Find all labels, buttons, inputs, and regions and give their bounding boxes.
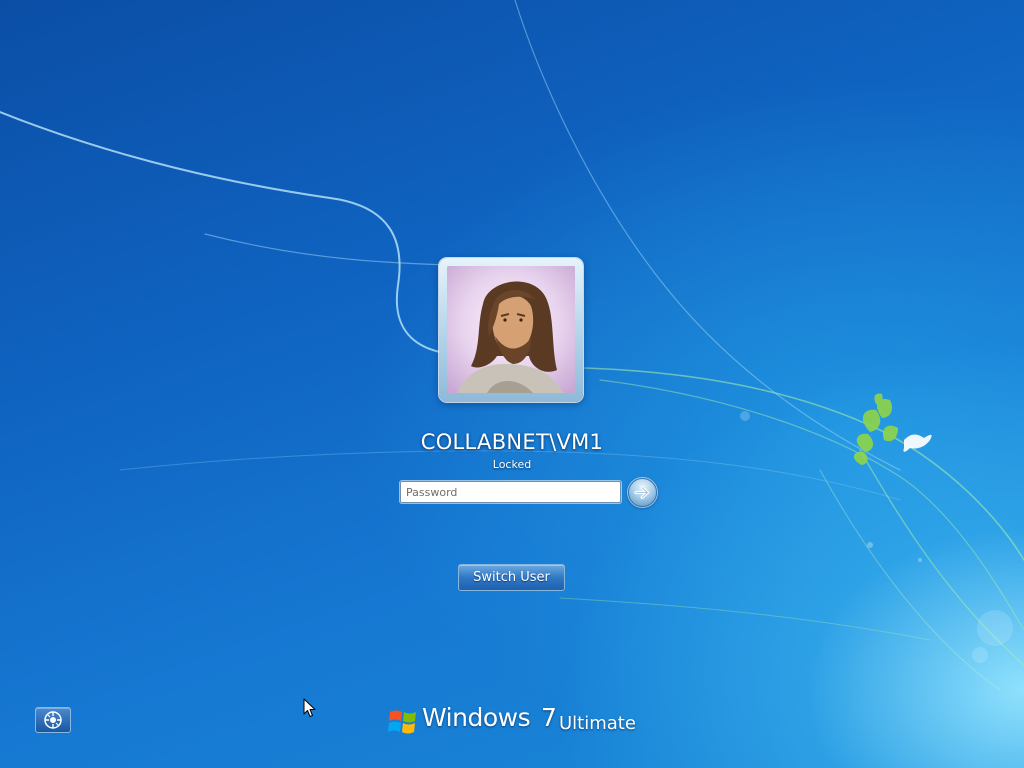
user-status: Locked <box>492 458 532 471</box>
mouse-cursor-icon <box>303 698 316 717</box>
user-avatar <box>447 266 575 393</box>
windows-logo-icon <box>388 710 416 734</box>
switch-user-label: Switch User <box>473 570 550 585</box>
user-name: COLLABNET\VM1 <box>420 430 604 454</box>
user-tile[interactable] <box>439 258 583 402</box>
switch-user-button[interactable]: Switch User <box>458 564 565 591</box>
windows-branding: Windows 7 Ultimate <box>388 703 648 739</box>
ease-of-access-button[interactable] <box>35 707 71 733</box>
arrow-right-icon <box>634 486 649 499</box>
brand-name: Windows <box>422 703 531 732</box>
brand-edition: Ultimate <box>559 713 636 734</box>
lock-screen: COLLABNET\VM1 Locked Switch User Windows… <box>0 0 1024 768</box>
password-input[interactable] <box>400 481 621 503</box>
submit-button[interactable] <box>628 478 657 507</box>
brand-version: 7 <box>541 703 557 732</box>
ease-of-access-icon <box>44 711 62 729</box>
